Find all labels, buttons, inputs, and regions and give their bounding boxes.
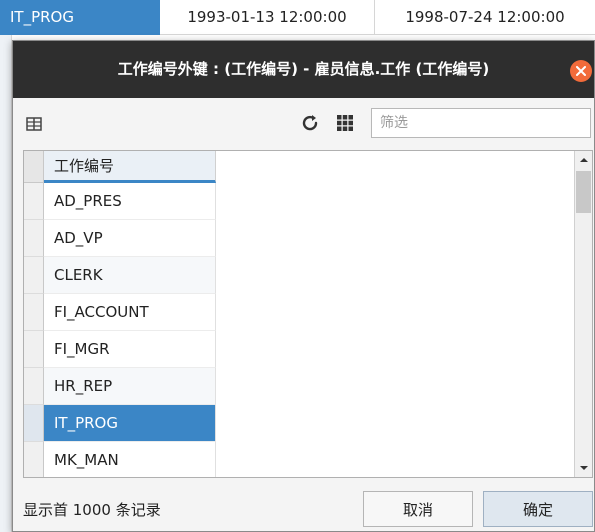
- table-row[interactable]: FI_ACCOUNT: [24, 294, 216, 331]
- dialog-title: 工作编号外键 : (工作编号) - 雇员信息.工作 (工作编号): [117, 60, 490, 78]
- foreign-key-dialog: 工作编号外键 : (工作编号) - 雇员信息.工作 (工作编号) 筛选 工作编号…: [12, 40, 595, 532]
- row-number-cell[interactable]: [24, 257, 44, 294]
- job-id-cell[interactable]: FI_ACCOUNT: [44, 294, 216, 331]
- close-button[interactable]: [570, 60, 592, 82]
- scroll-down-icon: [580, 466, 588, 470]
- cancel-button[interactable]: 取消: [363, 491, 473, 527]
- table-row[interactable]: MK_MAN: [24, 442, 216, 477]
- scroll-up-icon: [580, 158, 588, 162]
- row-number-cell[interactable]: [24, 220, 44, 257]
- table-row[interactable]: CLERK: [24, 257, 216, 294]
- table-row-selected[interactable]: IT_PROG: [24, 405, 216, 442]
- vertical-scrollbar[interactable]: [574, 151, 592, 477]
- table-row[interactable]: FI_MGR: [24, 331, 216, 368]
- row-number-cell[interactable]: [24, 405, 44, 442]
- job-id-cell[interactable]: AD_VP: [44, 220, 216, 257]
- job-id-cell[interactable]: FI_MGR: [44, 331, 216, 368]
- job-id-cell[interactable]: MK_MAN: [44, 442, 216, 477]
- scroll-up-button[interactable]: [575, 151, 592, 169]
- grid-view-button[interactable]: [335, 113, 355, 133]
- dialog-titlebar[interactable]: 工作编号外键 : (工作编号) - 雇员信息.工作 (工作编号): [13, 41, 594, 98]
- background-cell-end-date: 1998-07-24 12:00:00: [405, 8, 565, 26]
- job-id-cell[interactable]: CLERK: [44, 257, 216, 294]
- scrollbar-thumb[interactable]: [576, 171, 591, 213]
- table-row[interactable]: AD_VP: [24, 220, 216, 257]
- ok-button[interactable]: 确定: [483, 491, 593, 527]
- job-id-cell[interactable]: IT_PROG: [44, 405, 216, 442]
- column-header-job-id[interactable]: 工作编号: [44, 151, 216, 183]
- row-number-cell[interactable]: [24, 442, 44, 477]
- table-row[interactable]: AD_PRES: [24, 183, 216, 220]
- lookup-grid: 工作编号 AD_PRES AD_VP CLERK FI_ACCOUNT FI_M…: [23, 150, 593, 478]
- job-id-cell[interactable]: AD_PRES: [44, 183, 216, 220]
- grid-view-icon: [337, 115, 353, 131]
- row-number-header[interactable]: [24, 151, 44, 183]
- row-number-cell[interactable]: [24, 183, 44, 220]
- dialog-toolbar: [13, 98, 594, 150]
- row-number-cell[interactable]: [24, 368, 44, 405]
- background-table-row: IT_PROG 1993-01-13 12:00:00 1998-07-24 1…: [0, 0, 595, 35]
- background-row-header-strip: [0, 35, 12, 532]
- background-cell-start-date: 1993-01-13 12:00:00: [160, 0, 375, 35]
- job-id-cell[interactable]: HR_REP: [44, 368, 216, 405]
- background-cell-job-id: IT_PROG: [0, 0, 160, 35]
- filter-input[interactable]: [371, 108, 591, 138]
- row-number-cell[interactable]: [24, 294, 44, 331]
- columns-icon: [26, 117, 42, 131]
- close-icon: [576, 66, 586, 76]
- refresh-icon: [302, 115, 318, 131]
- record-count-status: 显示首 1000 条记录: [23, 501, 161, 519]
- refresh-button[interactable]: [298, 111, 322, 135]
- scroll-down-button[interactable]: [575, 459, 592, 477]
- columns-button[interactable]: [25, 115, 43, 133]
- row-number-cell[interactable]: [24, 331, 44, 368]
- table-row[interactable]: HR_REP: [24, 368, 216, 405]
